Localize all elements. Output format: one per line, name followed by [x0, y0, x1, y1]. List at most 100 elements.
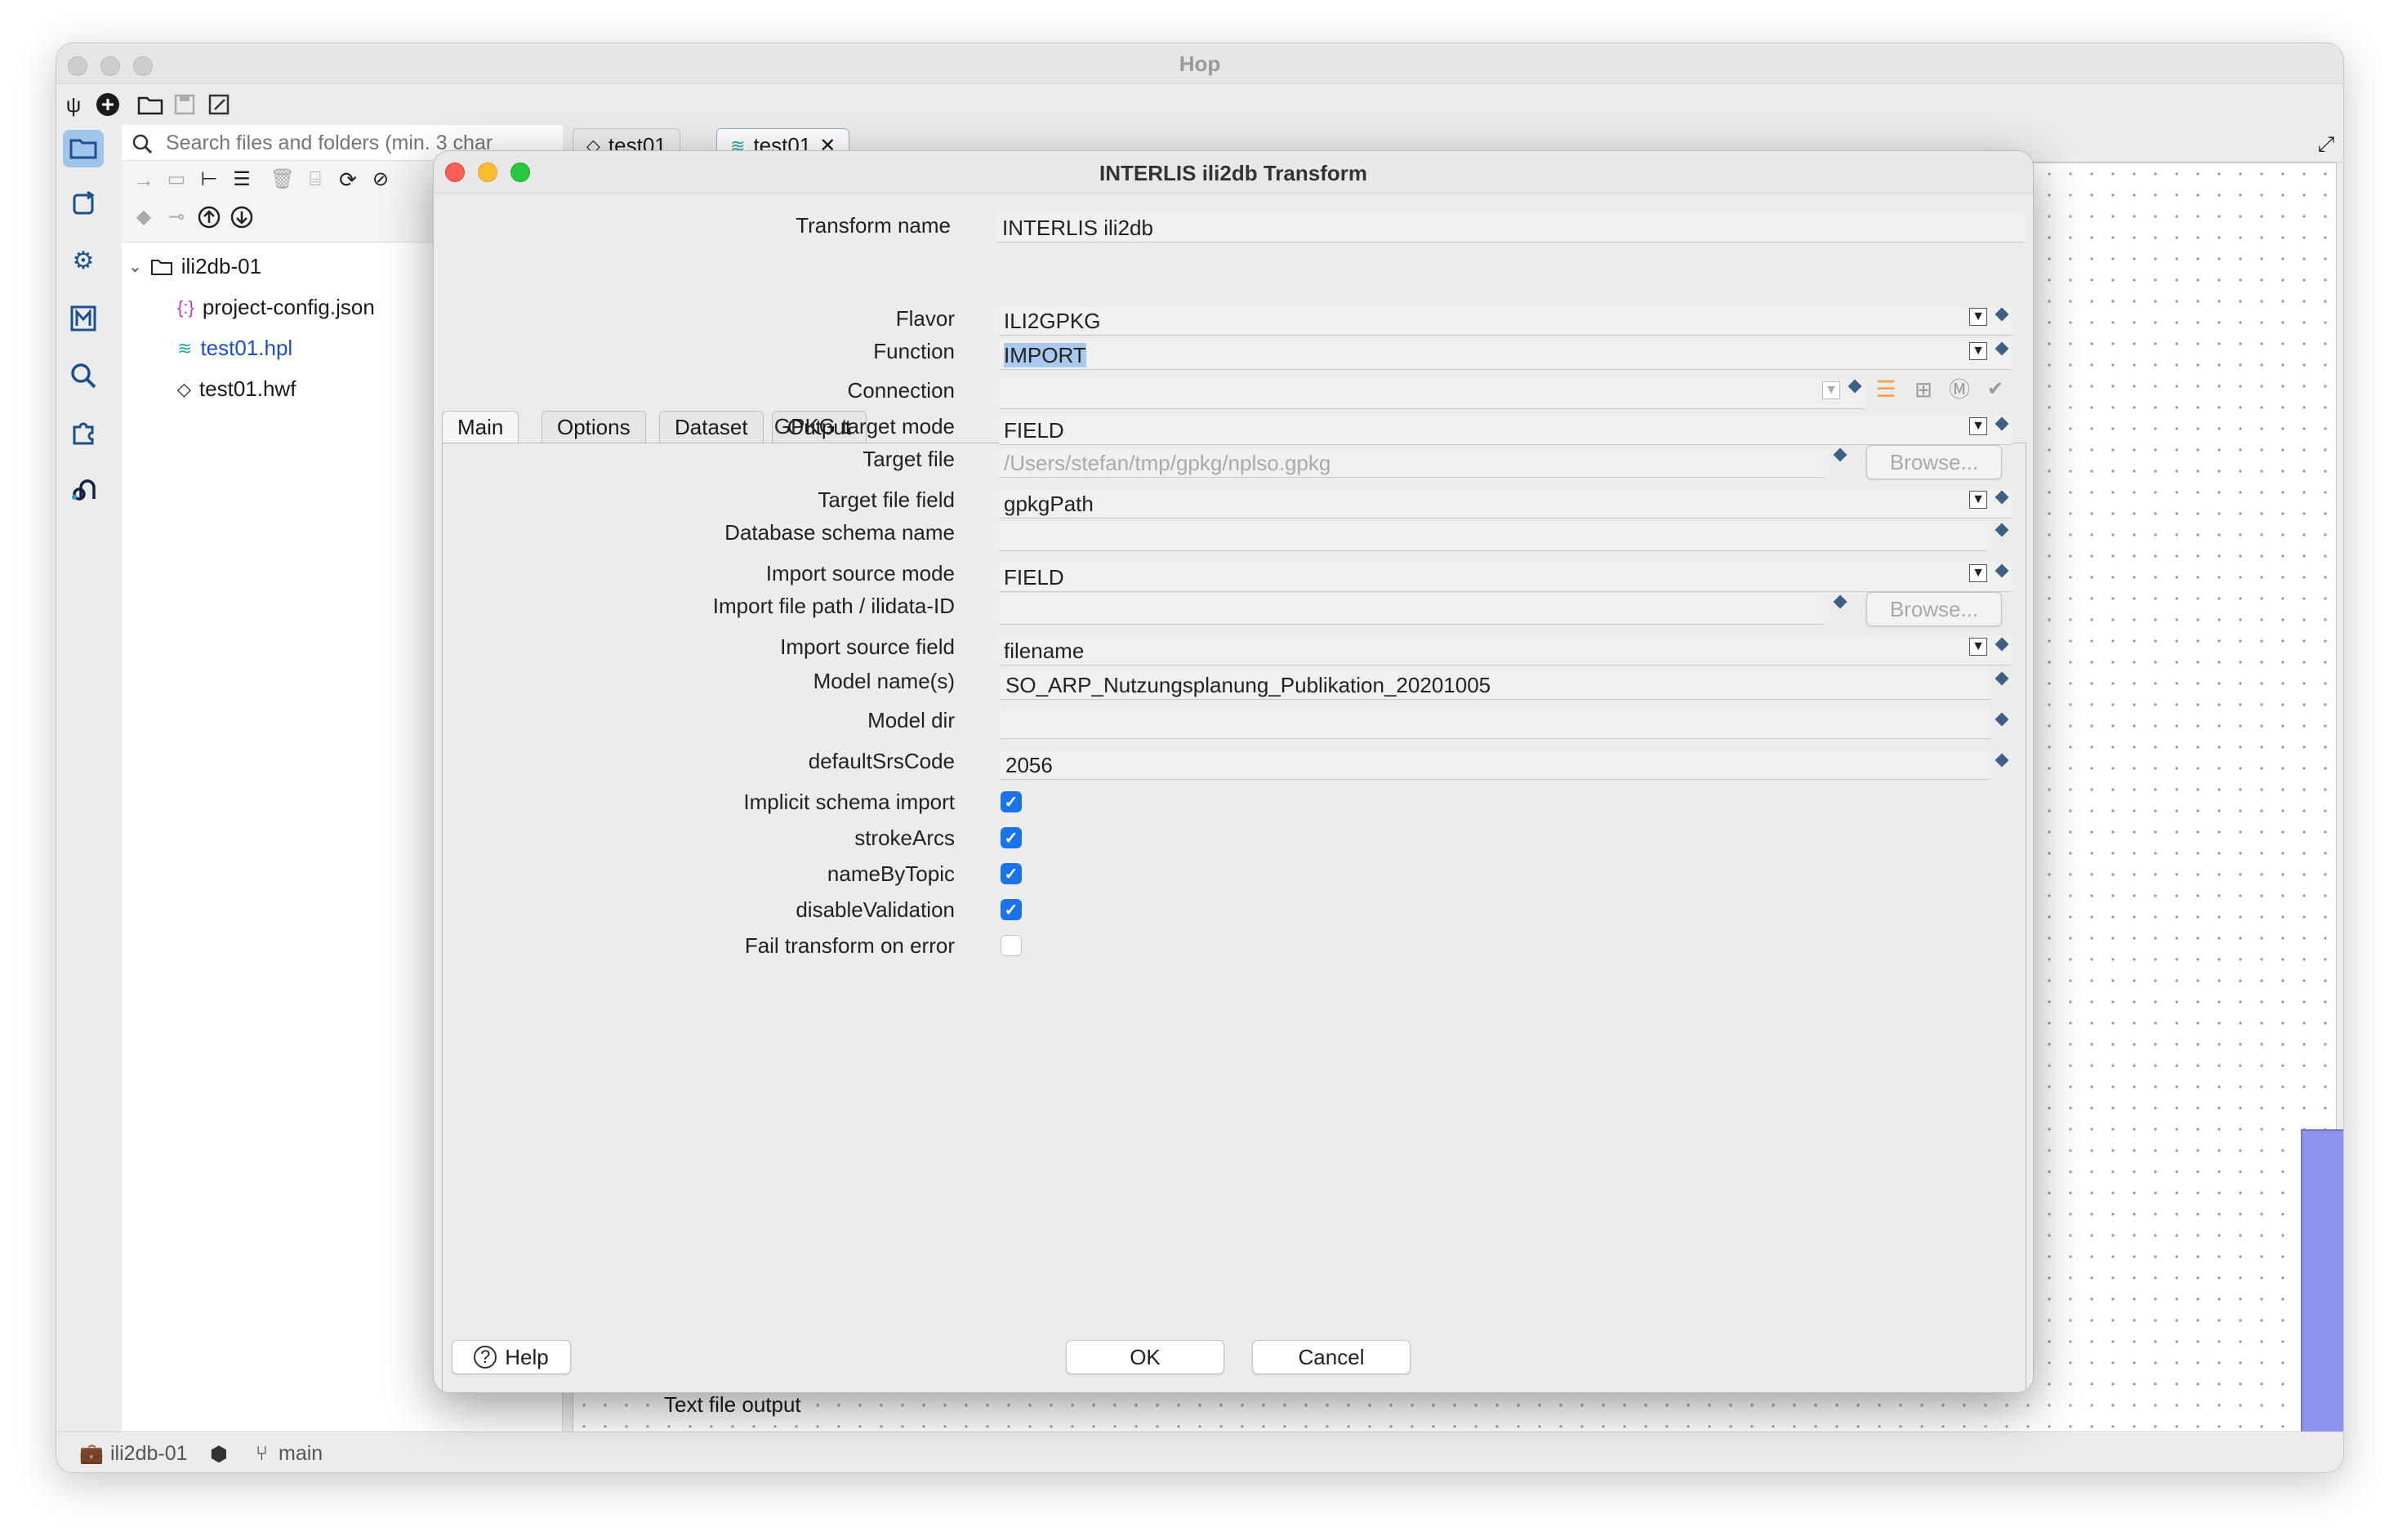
target-file-browse-button[interactable]: Browse... — [1866, 445, 2002, 479]
wizard-icon[interactable]: ✔ — [1981, 375, 2010, 404]
search-perspective-icon[interactable] — [63, 357, 104, 394]
tree-item-test01-hwf[interactable]: ◇ test01.hwf — [177, 376, 296, 402]
target-file-field-dropdown-arrow[interactable]: ▼ — [1969, 491, 1987, 509]
tab-options[interactable]: Options — [542, 411, 646, 443]
push-icon[interactable] — [197, 205, 221, 229]
fail-on-error-checkbox[interactable] — [1001, 935, 1022, 956]
json-file-icon: {:} — [177, 296, 194, 318]
rename-icon[interactable]: ⌸ — [303, 167, 328, 192]
flavor-label: Flavor — [895, 306, 955, 331]
tree-item-label: test01.hpl — [200, 336, 293, 360]
connection-label: Connection — [847, 378, 955, 403]
git-icon[interactable]: ◆ — [131, 205, 156, 229]
neo4j-icon[interactable] — [63, 471, 104, 509]
new-file-icon[interactable] — [94, 91, 122, 118]
model-names-input[interactable]: SO_ARP_Nutzungsplanung_Publikation_20201… — [1001, 670, 1990, 700]
chevron-down-icon[interactable]: ⌄ — [128, 256, 142, 277]
hide-icon[interactable]: ⊘ — [368, 167, 393, 192]
ok-button[interactable]: OK — [1066, 1340, 1224, 1374]
target-file-field-select[interactable]: gpkgPath — [999, 489, 2012, 519]
edit-connection-icon[interactable]: Ⓜ — [1945, 375, 1974, 404]
plugins-puzzle-icon[interactable] — [63, 414, 104, 452]
save-icon[interactable] — [171, 91, 198, 118]
database-icon[interactable]: ☰ — [1871, 375, 1901, 404]
disable-validation-checkbox[interactable]: ✓ — [1001, 899, 1022, 920]
status-project[interactable]: ili2db-01 — [110, 1442, 188, 1466]
function-value: IMPORT — [1004, 343, 1086, 367]
tree-item-test01-hpl[interactable]: ≋ test01.hpl — [177, 336, 292, 361]
target-file-field-label: Target file field — [818, 487, 955, 512]
hierarchy-icon[interactable]: ⊢ — [197, 167, 221, 192]
dialog-title-bar: INTERLIS ili2db Transform — [434, 151, 2033, 194]
import-file-path-input[interactable] — [999, 595, 1824, 625]
perspective-sidebar: ⚙ — [56, 125, 122, 1431]
default-srs-input[interactable]: 2056 — [1001, 750, 1990, 780]
help-button-label: Help — [505, 1344, 549, 1369]
implicit-schema-import-checkbox[interactable]: ✓ — [1001, 791, 1022, 812]
connection-dropdown-arrow[interactable]: ▼ — [1822, 381, 1840, 399]
configuration-gear-icon[interactable]: ⚙ — [63, 243, 104, 280]
model-dir-input[interactable] — [1001, 710, 1990, 739]
new-connection-icon[interactable]: ⊞ — [1909, 375, 1938, 404]
tree-item-project-config[interactable]: {:} project-config.json — [177, 295, 375, 320]
metadata-icon[interactable] — [63, 300, 104, 337]
delete-icon[interactable]: 🗑 — [270, 167, 295, 192]
import-source-field-select[interactable]: filename — [999, 636, 2012, 665]
transform-name-input[interactable]: INTERLIS ili2db — [997, 213, 2025, 243]
gpkg-target-mode-dropdown-arrow[interactable]: ▼ — [1969, 417, 1987, 435]
folder-icon — [150, 259, 172, 275]
db-schema-input[interactable] — [999, 522, 1987, 551]
transform-label-text-file-output[interactable]: Text file output — [664, 1392, 801, 1418]
import-source-mode-label: Import source mode — [765, 561, 955, 585]
pull-icon[interactable] — [230, 205, 254, 229]
import-file-path-label: Import file path / ilidata-ID — [712, 594, 955, 618]
status-branch[interactable]: main — [279, 1442, 323, 1466]
ili2db-transform-dialog: INTERLIS ili2db Transform Transform name… — [433, 150, 2034, 1393]
status-bar: 💼 ili2db-01 ⬢ ⑂ main — [56, 1431, 2343, 1472]
name-by-topic-label: nameByTopic — [827, 861, 955, 886]
fail-on-error-label: Fail transform on error — [744, 933, 955, 958]
cancel-button[interactable]: Cancel — [1252, 1340, 1411, 1374]
save-as-icon[interactable] — [205, 91, 233, 118]
hop-logo-icon: ψ — [65, 92, 82, 117]
model-dir-label: Model dir — [867, 708, 955, 732]
import-source-mode-dropdown-arrow[interactable]: ▼ — [1969, 564, 1987, 582]
maximize-icon[interactable]: ⤢ — [2312, 130, 2340, 158]
list-view-icon[interactable]: ☰ — [230, 167, 254, 192]
tab-main[interactable]: Main — [442, 411, 519, 443]
cube-icon: ⬢ — [210, 1443, 228, 1466]
connection-select[interactable] — [999, 380, 1865, 409]
gpkg-target-mode-select[interactable]: FIELD — [999, 416, 2012, 445]
import-source-mode-select[interactable]: FIELD — [999, 563, 2012, 592]
tree-root-folder[interactable]: ⌄ ili2db-01 — [128, 254, 261, 279]
implicit-schema-import-label: Implicit schema import — [743, 790, 955, 814]
briefcase-icon: 💼 — [79, 1443, 104, 1465]
data-orchestration-icon[interactable] — [63, 185, 104, 223]
tab-dataset[interactable]: Dataset — [659, 411, 764, 443]
dialog-title: INTERLIS ili2db Transform — [1099, 161, 1367, 185]
open-folder-icon[interactable] — [136, 91, 164, 118]
function-dropdown-arrow[interactable]: ▼ — [1969, 342, 1987, 360]
name-by-topic-checkbox[interactable]: ✓ — [1001, 863, 1022, 884]
explorer-perspective-icon[interactable] — [63, 130, 104, 167]
db-schema-label: Database schema name — [724, 520, 955, 545]
import-source-field-label: Import source field — [780, 634, 955, 659]
tree-item-label: test01.hwf — [198, 376, 296, 401]
import-source-field-dropdown-arrow[interactable]: ▼ — [1969, 638, 1987, 656]
transform-name-label: Transform name — [796, 213, 951, 238]
target-file-input[interactable]: /Users/stefan/tmp/gpkg/nplso.gpkg — [999, 448, 1824, 478]
function-select[interactable]: IMPORT — [999, 340, 2012, 370]
help-button[interactable]: ? Help — [452, 1340, 571, 1374]
stroke-arcs-label: strokeArcs — [854, 826, 955, 850]
target-file-label: Target file — [862, 447, 955, 471]
new-folder-icon[interactable]: ▭ — [164, 167, 189, 192]
pipeline-file-icon: ≋ — [177, 337, 193, 358]
flavor-dropdown-arrow[interactable]: ▼ — [1969, 308, 1987, 326]
commit-icon[interactable]: ⊸ — [164, 205, 189, 229]
search-icon — [128, 130, 156, 158]
stroke-arcs-checkbox[interactable]: ✓ — [1001, 827, 1022, 848]
flavor-select[interactable]: ILI2GPKG — [999, 306, 2012, 336]
import-file-browse-button[interactable]: Browse... — [1866, 592, 2002, 626]
refresh-icon[interactable]: ⟳ — [336, 167, 360, 192]
arrow-right-icon[interactable]: → — [131, 167, 156, 192]
